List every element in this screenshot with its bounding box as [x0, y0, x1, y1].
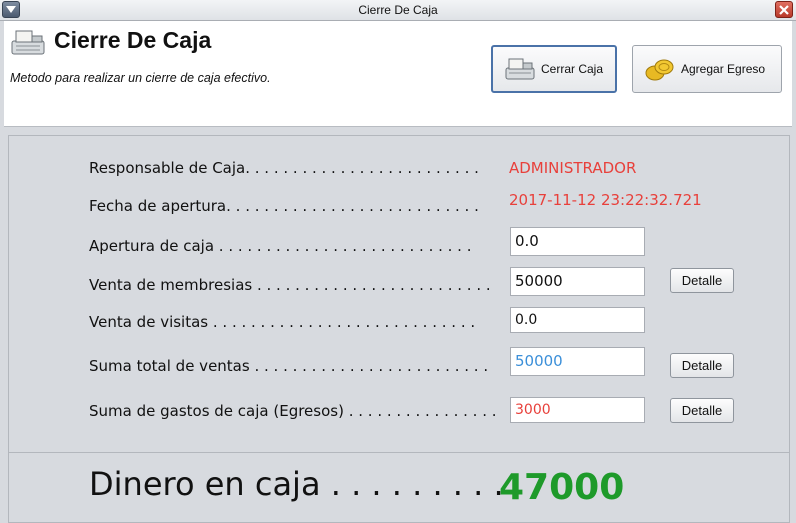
apertura-caja-label: Apertura de caja . . . . . . . . . . . .…: [89, 237, 472, 255]
fecha-apertura-label: Fecha de apertura. . . . . . . . . . . .…: [89, 197, 479, 215]
venta-visitas-label: Venta de visitas . . . . . . . . . . . .…: [89, 313, 476, 331]
responsable-value: ADMINISTRADOR: [509, 159, 637, 177]
cierre-form-panel: Responsable de Caja. . . . . . . . . . .…: [8, 135, 790, 453]
venta-membresias-field[interactable]: 50000: [510, 267, 645, 296]
agregar-egreso-label: Agregar Egreso: [681, 62, 766, 76]
suma-ventas-label: Suma total de ventas . . . . . . . . . .…: [89, 357, 489, 375]
window-title: Cierre De Caja: [358, 3, 438, 17]
page-title: Cierre De Caja: [54, 27, 212, 53]
header-panel: Cierre De Caja Metodo para realizar un c…: [4, 21, 792, 127]
suma-gastos-field[interactable]: 3000: [510, 397, 645, 423]
window-titlebar: Cierre De Caja: [0, 0, 796, 21]
responsable-label: Responsable de Caja. . . . . . . . . . .…: [89, 159, 479, 177]
total-panel: Dinero en caja . . . . . . . . . 47000: [8, 453, 790, 523]
suma-ventas-field[interactable]: 50000: [510, 347, 645, 376]
cash-register-icon: [503, 56, 537, 82]
close-button[interactable]: [775, 1, 793, 18]
fecha-apertura-value: 2017-11-12 23:22:32.721: [509, 191, 702, 209]
suma-gastos-label: Suma de gastos de caja (Egresos) . . . .…: [89, 402, 497, 420]
detalle-gastos-button[interactable]: Detalle: [670, 398, 734, 423]
cerrar-caja-label: Cerrar Caja: [541, 62, 604, 76]
venta-visitas-field[interactable]: 0.0: [510, 307, 645, 333]
detalle-ventas-button[interactable]: Detalle: [670, 353, 734, 378]
apertura-caja-field[interactable]: 0.0: [510, 227, 645, 256]
coins-icon: [643, 56, 677, 82]
cash-register-icon: [8, 27, 48, 61]
dinero-en-caja-value: 47000: [499, 467, 625, 508]
page-subtitle: Metodo para realizar un cierre de caja e…: [10, 71, 271, 85]
agregar-egreso-button[interactable]: Agregar Egreso: [632, 45, 782, 93]
close-icon: [779, 5, 789, 15]
venta-membresias-label: Venta de membresias . . . . . . . . . . …: [89, 276, 491, 294]
cerrar-caja-button[interactable]: Cerrar Caja: [491, 45, 617, 93]
detalle-membresias-button[interactable]: Detalle: [670, 268, 734, 293]
dinero-en-caja-label: Dinero en caja . . . . . . . . .: [89, 465, 504, 503]
